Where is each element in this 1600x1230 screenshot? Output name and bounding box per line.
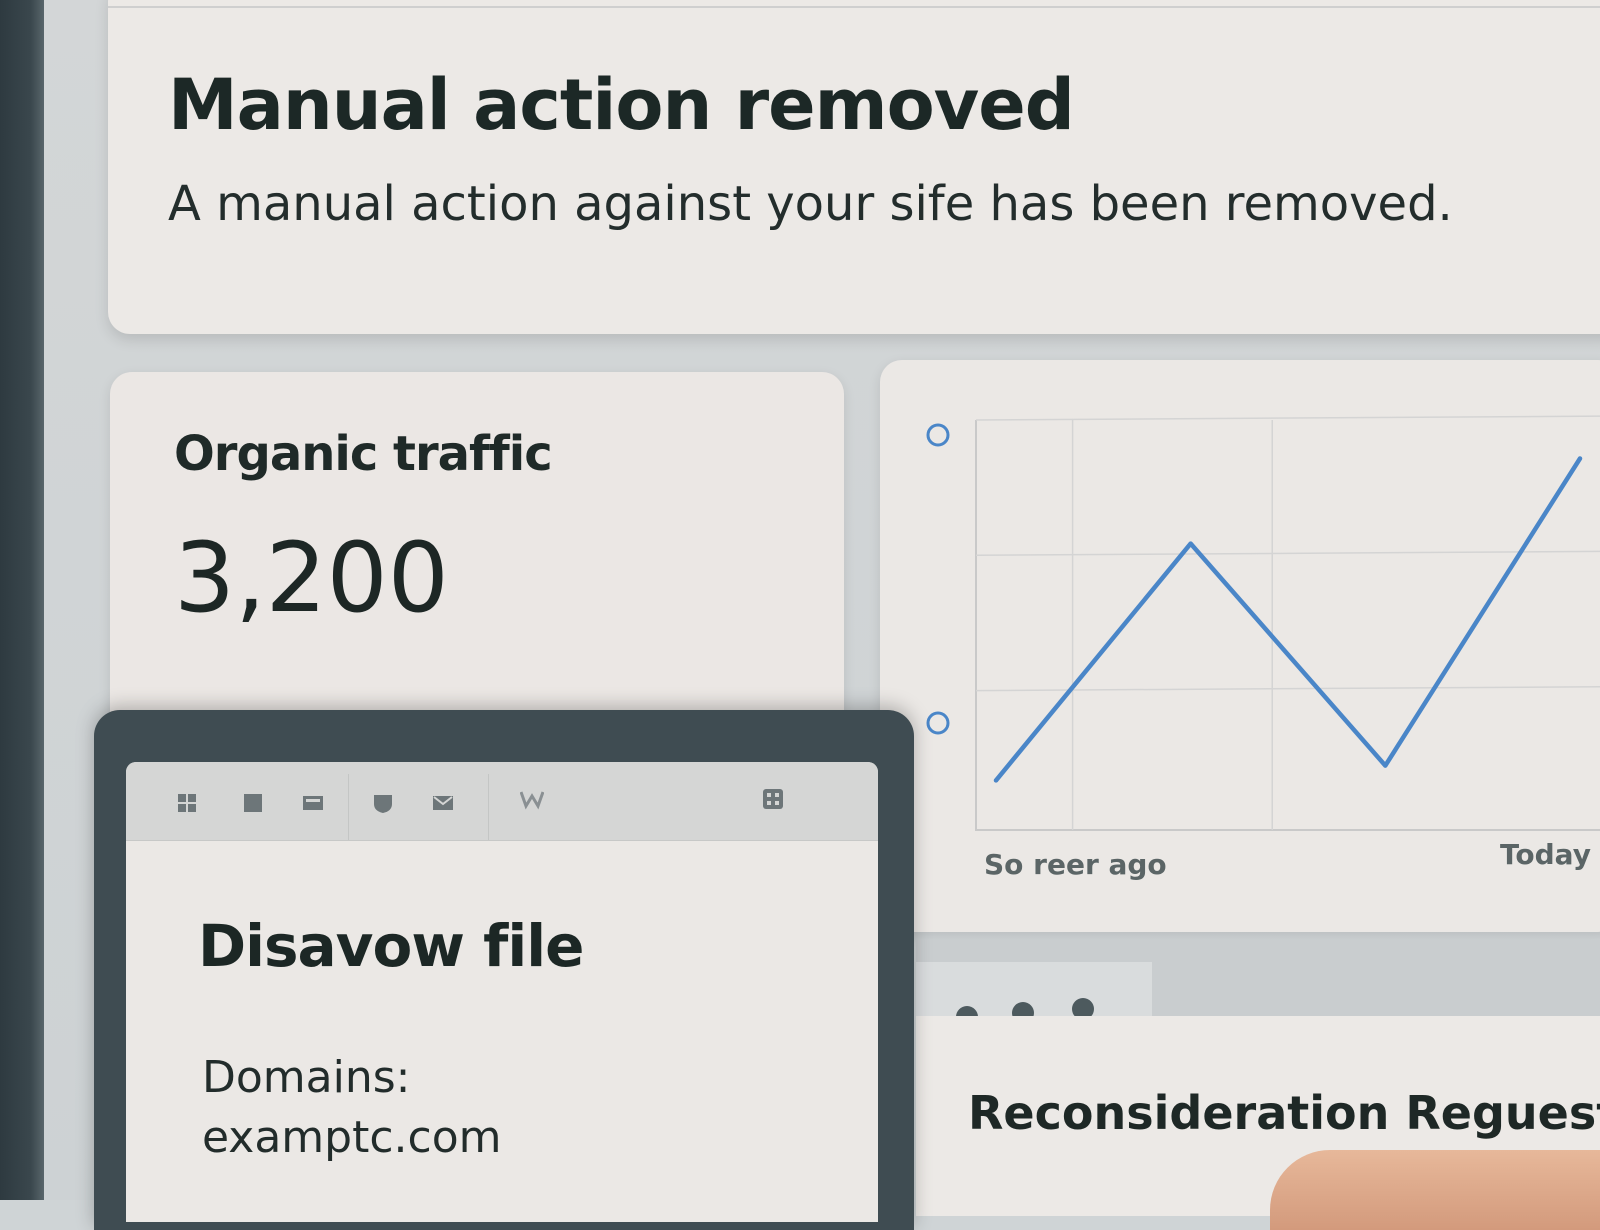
- traffic-chart-card[interactable]: So reer ago Today: [880, 360, 1600, 932]
- y-axis-top-marker: [926, 423, 950, 447]
- tab-strip-inner: [916, 962, 1152, 1022]
- notice-title: Manual action removed: [168, 64, 1075, 146]
- square-icon[interactable]: [242, 792, 264, 814]
- chart-gridline-top: [975, 415, 1600, 421]
- toolbar-separator: [348, 774, 349, 840]
- chart-x-start-label: So reer ago: [984, 848, 1167, 881]
- notice-message: A manual action against your sife has be…: [168, 176, 1453, 232]
- disavow-file-title: Disavow file: [198, 912, 584, 980]
- apps-icon[interactable]: [762, 788, 784, 810]
- traffic-label: Organic traffic: [174, 426, 553, 482]
- reconsideration-title: Reconsideration Reguest: [968, 1086, 1600, 1140]
- chart-x-end-label: Today: [1500, 838, 1591, 871]
- card-divider: [108, 6, 1600, 8]
- mail-icon[interactable]: [432, 792, 454, 814]
- image-icon[interactable]: [302, 792, 324, 814]
- monitor-bezel: [0, 0, 44, 1200]
- toolbar-separator: [488, 774, 489, 840]
- traffic-value: 3,200: [174, 522, 449, 634]
- traffic-line-chart: [926, 415, 1600, 831]
- reconsideration-tab-strip: [916, 940, 1600, 1028]
- shield-icon[interactable]: [372, 792, 394, 814]
- domain-entry[interactable]: examptc.com: [202, 1112, 502, 1163]
- manual-action-notice-card: Manual action removed A manual action ag…: [108, 0, 1600, 334]
- chart-grid: [975, 415, 1600, 831]
- domains-label: Domains:: [202, 1052, 411, 1103]
- user-finger: [1270, 1150, 1600, 1230]
- chart-series: [993, 456, 1583, 783]
- chart-axis-frame: [975, 420, 1600, 831]
- chart-point: [1188, 541, 1193, 546]
- chart-point: [1383, 763, 1388, 768]
- organic-traffic-card[interactable]: Organic traffic 3,200: [110, 372, 844, 732]
- tablet-toolbar: [126, 762, 878, 841]
- chart-gridline-h-1: [975, 550, 1600, 557]
- chart-point: [1578, 456, 1582, 461]
- chart-point: [994, 778, 998, 783]
- grid-icon[interactable]: [176, 792, 198, 814]
- tablet-screen: Disavow file Domains: examptc.com: [126, 762, 878, 1222]
- w-logo-icon[interactable]: [519, 788, 545, 810]
- y-axis-bottom-marker: [926, 711, 950, 735]
- tablet-device: Disavow file Domains: examptc.com: [94, 710, 914, 1230]
- chart-series-line-1: [993, 456, 1583, 783]
